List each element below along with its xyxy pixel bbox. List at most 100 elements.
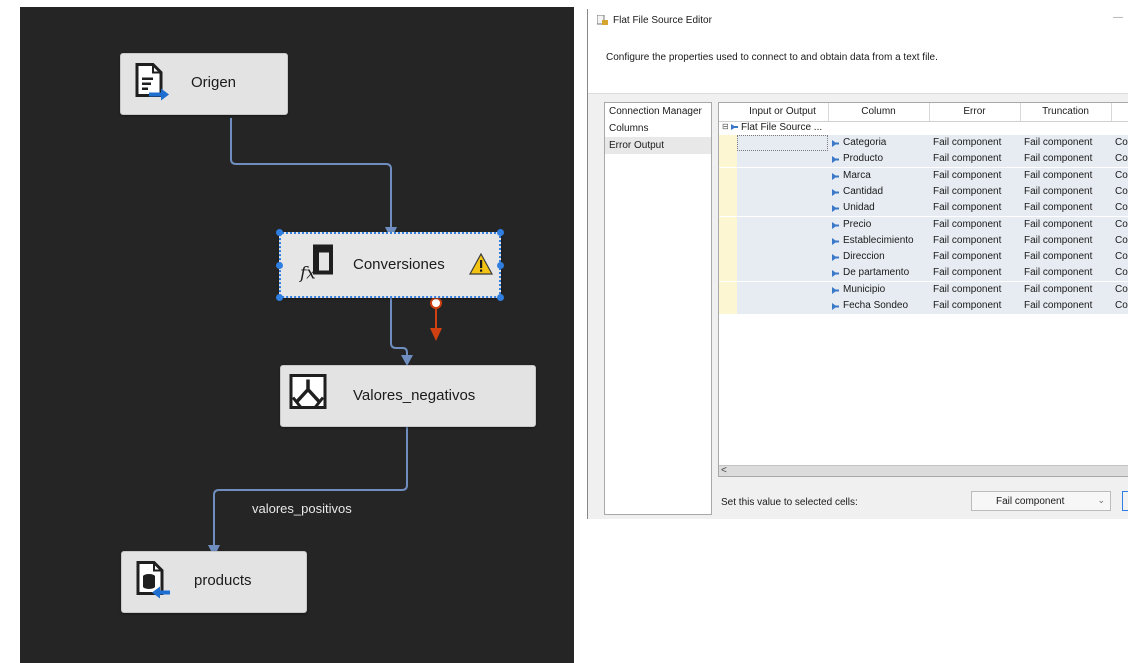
column-cell[interactable]: Categoria [843,137,886,148]
column-header-truncation[interactable]: Truncation [1020,106,1111,117]
column-cell[interactable]: Precio [843,219,871,230]
truncation-cell[interactable]: Fail component [1024,219,1092,230]
error-cell[interactable]: Fail component [933,284,1001,295]
nav-item-columns[interactable]: Columns [605,120,711,137]
column-cell[interactable]: Direccion [843,251,885,262]
resize-handle[interactable] [497,229,504,236]
truncation-cell[interactable]: Fail component [1024,284,1092,295]
resize-handle[interactable] [276,294,283,301]
truncation-cell[interactable]: Fail component [1024,267,1092,278]
collapse-icon[interactable]: ⊟ [722,122,729,131]
node-conversiones[interactable]: fx Conversiones [276,229,504,301]
truncation-cell[interactable]: Fail component [1024,251,1092,262]
truncation-cell[interactable]: Fail component [1024,137,1092,148]
table-row[interactable]: Unidad Fail component Fail component Cor [719,200,1128,217]
input-output-cell[interactable] [737,281,828,298]
error-output-connector[interactable] [430,297,442,309]
error-cell[interactable]: Fail component [933,186,1001,197]
path-label-valores-positivos[interactable]: valores_positivos [252,501,352,516]
column-cell[interactable]: Establecimiento [843,235,914,246]
description-cell[interactable]: Cor [1115,202,1128,213]
minimize-button[interactable]: — [1113,12,1123,23]
error-cell[interactable]: Fail component [933,137,1001,148]
path-conversiones-valores[interactable] [390,298,408,358]
truncation-cell[interactable]: Fail component [1024,153,1092,164]
set-value-dropdown[interactable]: Fail component ⌄ [971,491,1111,511]
node-origen[interactable]: Origen [120,53,288,115]
truncation-cell[interactable]: Fail component [1024,170,1092,181]
truncation-cell[interactable]: Fail component [1024,202,1092,213]
description-cell[interactable]: Cor [1115,170,1128,181]
error-cell[interactable]: Fail component [933,170,1001,181]
column-cell[interactable]: Unidad [843,202,875,213]
data-flow-canvas[interactable]: Origen fx Conversiones Valores_negativos… [20,7,574,663]
column-header-error[interactable]: Error [929,106,1020,117]
column-cell[interactable]: Marca [843,170,871,181]
row-selector[interactable] [719,151,737,168]
window-titlebar[interactable]: Flat File Source Editor — [588,9,1128,31]
table-row[interactable]: Direccion Fail component Fail component Cor [719,249,1128,266]
column-cell[interactable]: Municipio [843,284,885,295]
column-cell[interactable]: Fecha Sondeo [843,300,908,311]
row-selector[interactable] [719,200,737,217]
table-row[interactable]: Municipio Fail component Fail component Cor [719,281,1128,298]
error-cell[interactable]: Fail component [933,153,1001,164]
nav-item-connection-manager[interactable]: Connection Manager [605,103,711,120]
apply-button[interactable] [1122,491,1128,511]
node-valores-negativos[interactable]: Valores_negativos [280,365,536,427]
error-cell[interactable]: Fail component [933,267,1001,278]
description-cell[interactable]: Cor [1115,235,1128,246]
nav-item-error-output[interactable]: Error Output [605,137,711,154]
path-valores-products[interactable] [213,427,408,549]
table-row[interactable]: Cantidad Fail component Fail component Cor [719,183,1128,200]
description-cell[interactable]: Cor [1115,186,1128,197]
column-cell[interactable]: Cantidad [843,186,883,197]
node-products[interactable]: products [121,551,307,613]
resize-handle[interactable] [276,262,283,269]
grid-parent-row[interactable]: ⊟ Flat File Source ... [719,121,1128,135]
warning-icon[interactable] [468,252,494,280]
description-cell[interactable]: Cor [1115,219,1128,230]
input-output-cell[interactable] [737,298,828,314]
input-output-cell[interactable] [737,216,828,233]
input-output-cell[interactable] [737,183,828,200]
table-row[interactable]: Producto Fail component Fail component Cor [719,151,1128,168]
table-row[interactable]: Fecha Sondeo Fail component Fail component… [719,298,1128,314]
input-output-cell[interactable] [737,135,828,151]
truncation-cell[interactable]: Fail component [1024,235,1092,246]
row-selector[interactable] [719,135,737,151]
table-row[interactable]: Marca Fail component Fail component Cor [719,167,1128,184]
description-cell[interactable]: Cor [1115,153,1128,164]
input-output-cell[interactable] [737,265,828,282]
row-selector[interactable] [719,232,737,249]
row-selector[interactable] [719,183,737,200]
error-cell[interactable]: Fail component [933,219,1001,230]
table-row[interactable]: Categoria Fail component Fail component Cor [719,135,1128,151]
input-output-cell[interactable] [737,249,828,266]
column-cell[interactable]: De partamento [843,267,909,278]
error-cell[interactable]: Fail component [933,300,1001,311]
resize-handle[interactable] [497,294,504,301]
row-selector[interactable] [719,167,737,184]
truncation-cell[interactable]: Fail component [1024,300,1092,311]
description-cell[interactable]: Cor [1115,251,1128,262]
description-cell[interactable]: Cor [1115,137,1128,148]
row-selector[interactable] [719,281,737,298]
description-cell[interactable]: Cor [1115,300,1128,311]
resize-handle[interactable] [276,229,283,236]
input-output-cell[interactable] [737,200,828,217]
column-header-input-output[interactable]: Input or Output [737,106,828,117]
column-cell[interactable]: Producto [843,153,883,164]
chevron-down-icon[interactable]: ⌄ [1097,495,1105,506]
resize-handle[interactable] [497,262,504,269]
description-cell[interactable]: Cor [1115,267,1128,278]
horizontal-scrollbar[interactable]: < [719,465,1128,476]
table-row[interactable]: De partamento Fail component Fail componen… [719,265,1128,282]
input-output-cell[interactable] [737,167,828,184]
error-cell[interactable]: Fail component [933,202,1001,213]
row-selector[interactable] [719,249,737,266]
description-cell[interactable]: Cor [1115,284,1128,295]
input-output-cell[interactable] [737,232,828,249]
error-cell[interactable]: Fail component [933,251,1001,262]
scroll-left-icon[interactable]: < [721,465,727,476]
